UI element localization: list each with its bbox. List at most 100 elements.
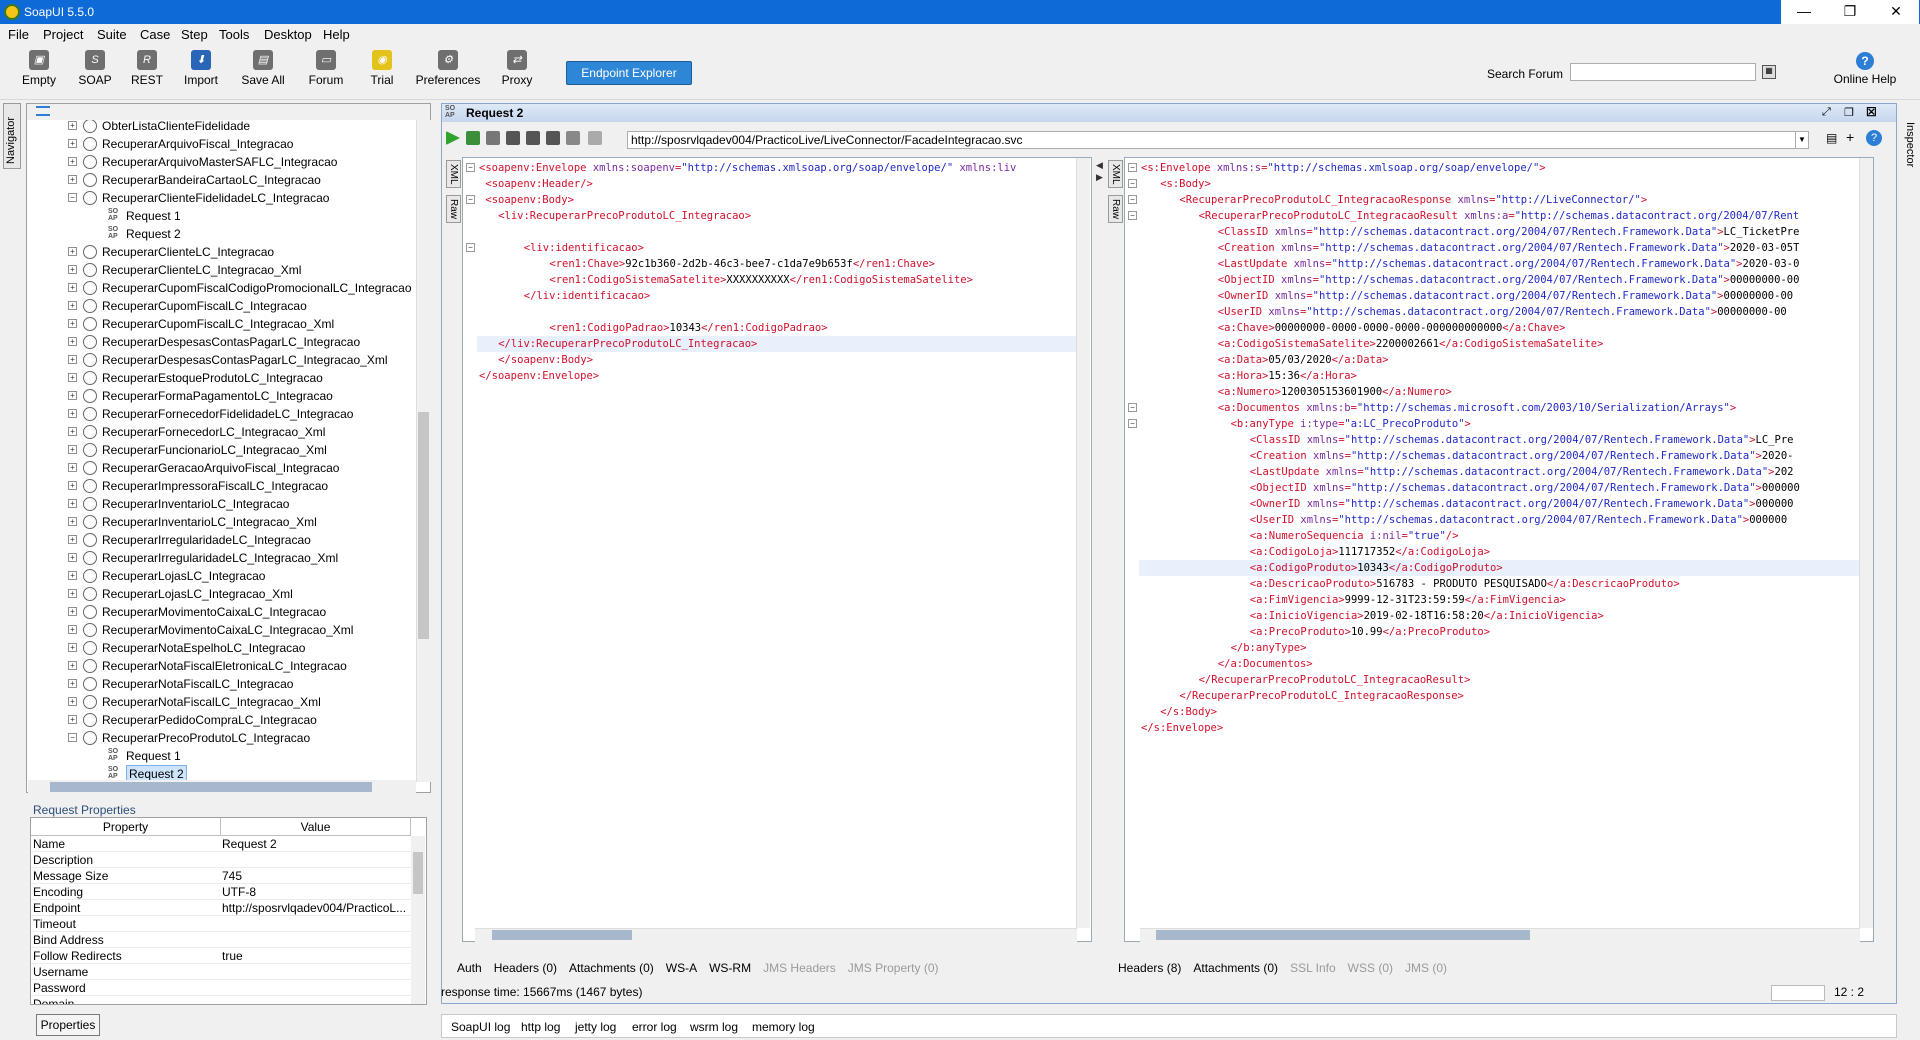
tree-hscroll-thumb[interactable] — [50, 782, 372, 792]
create-empty-icon[interactable] — [506, 131, 520, 145]
collapse-icon[interactable]: − — [68, 193, 77, 202]
property-row[interactable]: Message Size 745 — [31, 868, 411, 884]
expand-icon[interactable]: + — [68, 661, 77, 670]
property-row[interactable]: Name Request 2 — [31, 836, 411, 852]
stop-icon[interactable] — [588, 131, 602, 145]
forum-button[interactable]: ▭ Forum — [304, 50, 348, 87]
fold-toggle-icon[interactable]: − — [1128, 195, 1137, 204]
menu-desktop[interactable]: Desktop — [264, 27, 312, 42]
tab-raw-response[interactable]: Raw — [1108, 195, 1123, 223]
expand-icon[interactable]: + — [68, 121, 77, 130]
response-xml-hscroll-thumb[interactable] — [1156, 930, 1530, 940]
wsdl-icon[interactable] — [566, 131, 580, 145]
property-row[interactable]: Encoding UTF-8 — [31, 884, 411, 900]
format-icon[interactable] — [526, 131, 540, 145]
tab-jetty-log[interactable]: jetty log — [575, 1020, 616, 1034]
tab-attachments-0[interactable]: Attachments (0) — [1193, 961, 1278, 975]
property-value[interactable]: http://sposrvlqadev004/PracticoL... — [222, 900, 410, 916]
expand-icon[interactable]: + — [68, 607, 77, 616]
expand-icon[interactable]: + — [68, 445, 77, 454]
fold-toggle-icon[interactable]: − — [1128, 211, 1137, 220]
expand-icon[interactable]: + — [68, 481, 77, 490]
tab-jms-headers[interactable]: JMS Headers — [763, 961, 836, 975]
expand-icon[interactable]: + — [68, 715, 77, 724]
expand-icon[interactable]: + — [68, 265, 77, 274]
request-xml-hscroll-thumb[interactable] — [492, 930, 632, 940]
menu-project[interactable]: Project — [43, 27, 83, 42]
tab-soapui-log[interactable]: SoapUI log — [451, 1020, 510, 1034]
tab-ws-rm[interactable]: WS-RM — [709, 961, 751, 975]
property-row[interactable]: Domain — [31, 996, 411, 1004]
expand-icon[interactable]: + — [68, 175, 77, 184]
proxy-button[interactable]: ⇄ Proxy — [496, 50, 538, 87]
soap-button[interactable]: S SOAP — [74, 50, 116, 87]
response-xml-content[interactable]: − <s:Envelope xmlns:s="http://schemas.xml… — [1125, 158, 1859, 928]
import-button[interactable]: ⬇ Import — [179, 50, 223, 87]
property-value[interactable]: true — [222, 948, 410, 964]
fold-toggle-icon[interactable]: − — [1128, 179, 1137, 188]
collapse-tree-icon[interactable] — [36, 106, 50, 116]
tab-attachments-0[interactable]: Attachments (0) — [569, 961, 654, 975]
endpoint-url-field[interactable]: http://sposrvlqadev004/PracticoLive/Live… — [627, 131, 1808, 149]
trial-button[interactable]: ◉ Trial — [360, 50, 404, 87]
property-value[interactable]: Request 2 — [222, 836, 410, 852]
online-help-button[interactable]: ? Online Help — [1830, 52, 1900, 86]
expand-icon[interactable]: + — [68, 427, 77, 436]
expand-icon[interactable]: + — [68, 643, 77, 652]
tab-jms-0[interactable]: JMS (0) — [1405, 961, 1447, 975]
fold-toggle-icon[interactable]: − — [1128, 419, 1137, 428]
fold-toggle-icon[interactable]: − — [466, 243, 475, 252]
expand-icon[interactable]: + — [68, 301, 77, 310]
property-row[interactable]: Follow Redirects true — [31, 948, 411, 964]
tab-ws-a[interactable]: WS-A — [666, 961, 697, 975]
expand-icon[interactable]: + — [68, 499, 77, 508]
splitter-right-icon[interactable]: ▶ — [1096, 172, 1103, 183]
expand-icon[interactable]: + — [68, 589, 77, 598]
save-all-button[interactable]: ▤ Save All — [238, 50, 288, 87]
expand-icon[interactable]: + — [68, 697, 77, 706]
tab-xml-request[interactable]: XML — [446, 160, 461, 188]
help-icon[interactable]: ? — [1866, 130, 1882, 146]
fold-toggle-icon[interactable]: − — [466, 163, 475, 172]
expand-icon[interactable]: + — [68, 535, 77, 544]
close-button[interactable]: ✕ — [1873, 0, 1919, 24]
tab-http-log[interactable]: http log — [521, 1020, 560, 1034]
expand-icon[interactable]: + — [68, 157, 77, 166]
tab-raw-request[interactable]: Raw — [446, 195, 461, 223]
expand-icon[interactable]: + — [68, 679, 77, 688]
tab-error-log[interactable]: error log — [632, 1020, 677, 1034]
property-row[interactable]: Username — [31, 964, 411, 980]
menu-case[interactable]: Case — [140, 27, 170, 42]
inspector-tab[interactable]: Inspector — [1900, 106, 1918, 176]
restore-icon[interactable]: ❐ — [1844, 106, 1854, 119]
expand-icon[interactable]: + — [68, 319, 77, 328]
empty-button[interactable]: ▣ Empty — [18, 50, 60, 87]
properties-scroll-thumb[interactable] — [413, 852, 423, 894]
tab-auth[interactable]: Auth — [457, 961, 482, 975]
maximize-button[interactable]: ❐ — [1827, 0, 1873, 24]
detach-icon[interactable]: ⤢ — [1822, 106, 1831, 119]
expand-icon[interactable]: + — [68, 373, 77, 382]
menu-help[interactable]: Help — [323, 27, 350, 42]
expand-icon[interactable]: + — [68, 247, 77, 256]
add-assertion-icon[interactable] — [466, 131, 480, 145]
expand-icon[interactable]: + — [68, 517, 77, 526]
tab-xml-response[interactable]: XML — [1108, 160, 1123, 188]
add-icon[interactable]: + — [1846, 129, 1854, 145]
close-editor-icon[interactable]: ☒ — [1866, 105, 1877, 119]
tab-wss-0[interactable]: WSS (0) — [1348, 961, 1393, 975]
expand-icon[interactable]: + — [68, 625, 77, 634]
tree-scroll-thumb[interactable] — [418, 412, 429, 639]
tab-memory-log[interactable]: memory log — [752, 1020, 815, 1034]
edit-endpoint-icon[interactable]: ▤ — [1826, 131, 1837, 145]
fold-toggle-icon[interactable]: − — [1128, 403, 1137, 412]
menu-file[interactable]: File — [8, 27, 29, 42]
tab-ssl-info[interactable]: SSL Info — [1290, 961, 1336, 975]
chevron-down-icon[interactable]: ▼ — [1795, 131, 1809, 149]
property-value[interactable]: UTF-8 — [222, 884, 410, 900]
fold-toggle-icon[interactable]: − — [466, 195, 475, 204]
menu-step[interactable]: Step — [181, 27, 208, 42]
expand-icon[interactable]: + — [68, 391, 77, 400]
response-xml-vscroll[interactable] — [1859, 158, 1873, 928]
expand-icon[interactable]: + — [68, 283, 77, 292]
